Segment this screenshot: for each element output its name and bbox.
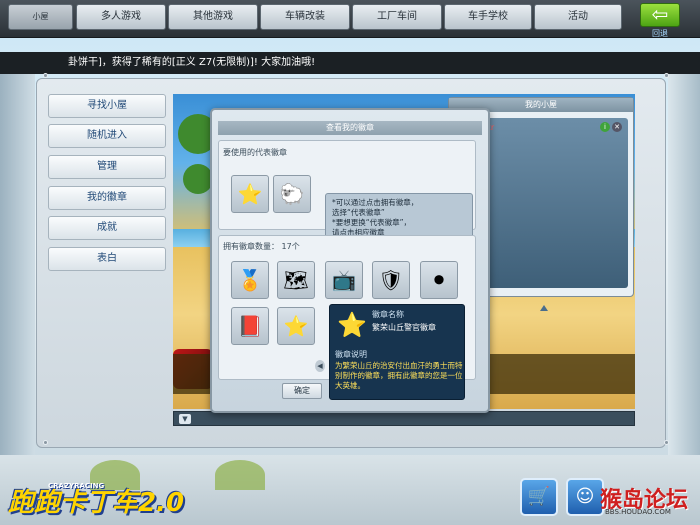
- back-button[interactable]: ⇦: [640, 3, 680, 27]
- representative-badge-section: 要使用的代表徽章 ⭐ 🐑 *可以通过点击拥有徽章， 选择“代表徽章” *要想更换…: [218, 140, 476, 255]
- tab-factory[interactable]: 工厂车间: [352, 4, 442, 30]
- tree: [183, 164, 213, 194]
- tab-house[interactable]: 小屋: [8, 4, 73, 30]
- owned-badges-count: 拥有徽章数量： 17个: [223, 242, 300, 251]
- badge-tv-icon: 📺: [331, 268, 357, 292]
- avatar-button[interactable]: ☺: [566, 478, 604, 516]
- top-nav: 小屋 多人游戏 其他游戏 车辆改装 工厂车间 车手学校 活动 ⇦ 回退: [0, 0, 700, 38]
- badge-slot[interactable]: 📺: [325, 261, 363, 299]
- badge-sheriff-star-icon: ⭐: [337, 311, 367, 339]
- representative-badge-label: 要使用的代表徽章: [223, 148, 287, 157]
- game-logo-sub: CRAZYRACING: [48, 482, 105, 490]
- badge-name-label: 徽章名称: [372, 310, 404, 319]
- cart-button[interactable]: 🛒: [520, 478, 558, 516]
- rivet: [43, 73, 48, 78]
- tab-car-tuning[interactable]: 车辆改装: [260, 4, 350, 30]
- badge-desc-label: 徽章说明: [335, 350, 367, 359]
- rep-badge-slot-1[interactable]: ⭐: [231, 175, 269, 213]
- badge-trophy-icon: 🏅: [237, 268, 263, 292]
- close-icon[interactable]: ✕: [612, 122, 622, 132]
- badge-shield-icon: 🛡: [378, 268, 404, 292]
- badge-slot[interactable]: 🗺: [277, 261, 315, 299]
- background-left: [0, 70, 35, 460]
- sidebar-item-manage[interactable]: 管理: [48, 155, 166, 179]
- tab-driver-school[interactable]: 车手学校: [444, 4, 532, 30]
- tip-line: 选择“代表徽章”: [332, 208, 385, 217]
- badge-sheriff-star-icon: ⭐: [237, 182, 263, 206]
- face-icon: ☺: [575, 486, 595, 507]
- tip-line: *要想更换“代表徽章”，: [332, 218, 412, 227]
- scroll-left-icon[interactable]: ◀: [315, 360, 325, 372]
- rivet: [43, 440, 48, 445]
- sidebar-item-random-enter[interactable]: 随机进入: [48, 124, 166, 148]
- tab-other-games[interactable]: 其他游戏: [168, 4, 258, 30]
- rep-badge-slot-2[interactable]: 🐑: [273, 175, 311, 213]
- palm-decoration: [215, 460, 265, 490]
- back-label: 回退: [652, 29, 668, 38]
- badge-map-icon: 🗺: [283, 268, 309, 292]
- watermark-url: BBS.HOUDAO.COM: [605, 508, 671, 516]
- rivet: [664, 73, 669, 78]
- badge-ring-icon: ⚫: [430, 268, 448, 292]
- sidebar-item-find-house[interactable]: 寻找小屋: [48, 94, 166, 118]
- cart-icon: 🛒: [527, 486, 551, 507]
- badge-slot[interactable]: 🏅: [231, 261, 269, 299]
- tab-multiplayer[interactable]: 多人游戏: [76, 4, 166, 30]
- sidebar-item-confess[interactable]: 表白: [48, 247, 166, 271]
- background-right: [668, 70, 700, 460]
- badge-slot[interactable]: ⭐: [277, 307, 315, 345]
- badge-book-icon: 📕: [237, 314, 263, 338]
- badge-name-value: 繁荣山丘警官徽章: [372, 323, 436, 332]
- expand-arrow-icon[interactable]: [540, 305, 548, 311]
- badge-sheep-icon: 🐑: [279, 182, 305, 206]
- rivet: [664, 440, 669, 445]
- tab-events[interactable]: 活动: [534, 4, 622, 30]
- sidebar-item-achievements[interactable]: 成就: [48, 216, 166, 240]
- sidebar-item-my-badges[interactable]: 我的徽章: [48, 186, 166, 210]
- announcement-ticker: 卦饼干]，获得了稀有的[正义 Z7(无限制)]! 大家加油哦!: [0, 52, 700, 74]
- chevron-down-icon[interactable]: ▼: [179, 414, 191, 424]
- badge-slot[interactable]: ⚫: [420, 261, 458, 299]
- ok-button[interactable]: 确定: [282, 383, 322, 399]
- dialog-title: 查看我的徽章: [218, 121, 482, 135]
- badge-sheriff-star-icon: ⭐: [283, 314, 309, 338]
- tip-line: *可以通过点击拥有徽章，: [332, 198, 419, 207]
- chat-strip: ▼: [173, 411, 635, 426]
- badge-slot[interactable]: 📕: [231, 307, 269, 345]
- badge-slot[interactable]: 🛡: [372, 261, 410, 299]
- badge-desc: 为繁荣山丘的治安付出血汗的勇士而特别制作的徽章，拥有此徽章的您是一位大英雄。: [335, 361, 463, 390]
- info-icon[interactable]: i: [600, 122, 610, 132]
- badge-detail-tooltip: ⭐ 徽章名称 繁荣山丘警官徽章 徽章说明 为繁荣山丘的治安付出血汗的勇士而特别制…: [329, 304, 465, 400]
- back-arrow-icon: ⇦: [651, 2, 669, 26]
